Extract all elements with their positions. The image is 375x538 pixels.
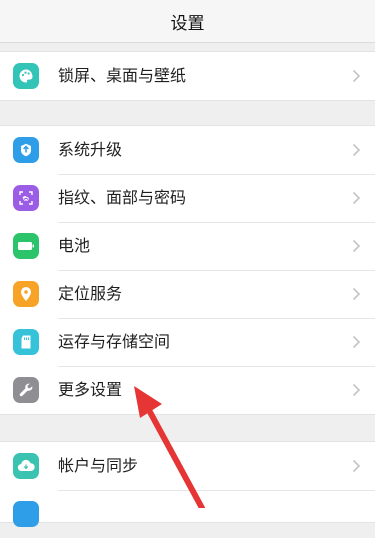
chevron-right-icon — [352, 69, 361, 83]
battery-icon — [13, 233, 39, 259]
chevron-right-icon — [352, 335, 361, 349]
chevron-right-icon — [352, 287, 361, 301]
storage-card-icon — [13, 329, 39, 355]
settings-group-accounts: 帐户与同步 — [0, 441, 375, 527]
chevron-right-icon — [352, 239, 361, 253]
settings-item-label: 系统升级 — [58, 140, 123, 159]
chevron-right-icon — [352, 459, 361, 473]
settings-item-location-service[interactable]: 定位服务 — [0, 270, 375, 318]
settings-item-lockscreen-wallpaper[interactable]: 锁屏、桌面与壁纸 — [0, 52, 375, 100]
nav-header: 设置 — [0, 0, 375, 43]
settings-item-more-settings[interactable]: 更多设置 — [0, 366, 375, 414]
settings-item-memory-storage[interactable]: 运存与存储空间 — [0, 318, 375, 366]
settings-item-partial[interactable] — [0, 490, 375, 538]
settings-item-label: 电池 — [58, 236, 91, 255]
wrench-icon — [13, 377, 39, 403]
settings-item-fingerprint-face-password[interactable]: 指纹、面部与密码 — [0, 174, 375, 222]
settings-group-system: 系统升级 指纹、面部与密码 电池 定位服务 运存与存储空间 更多设置 — [0, 125, 375, 415]
location-pin-icon — [13, 281, 39, 307]
cloud-sync-icon — [13, 453, 39, 479]
settings-item-label: 运存与存储空间 — [58, 332, 171, 351]
chevron-right-icon — [352, 143, 361, 157]
chevron-right-icon — [352, 383, 361, 397]
chevron-right-icon — [352, 191, 361, 205]
settings-item-label: 定位服务 — [58, 284, 123, 303]
settings-item-label: 更多设置 — [58, 380, 123, 399]
settings-item-battery[interactable]: 电池 — [0, 222, 375, 270]
settings-item-label: 帐户与同步 — [58, 456, 139, 475]
app-icon — [13, 501, 39, 527]
settings-item-system-update[interactable]: 系统升级 — [0, 126, 375, 174]
system-update-icon — [13, 137, 39, 163]
palette-icon — [13, 63, 39, 89]
fingerprint-face-icon — [13, 185, 39, 211]
settings-group-display: 锁屏、桌面与壁纸 — [0, 51, 375, 101]
settings-item-label: 指纹、面部与密码 — [58, 188, 187, 207]
settings-item-accounts-sync[interactable]: 帐户与同步 — [0, 442, 375, 490]
settings-item-label: 锁屏、桌面与壁纸 — [58, 66, 187, 85]
page-title: 设置 — [170, 13, 205, 34]
